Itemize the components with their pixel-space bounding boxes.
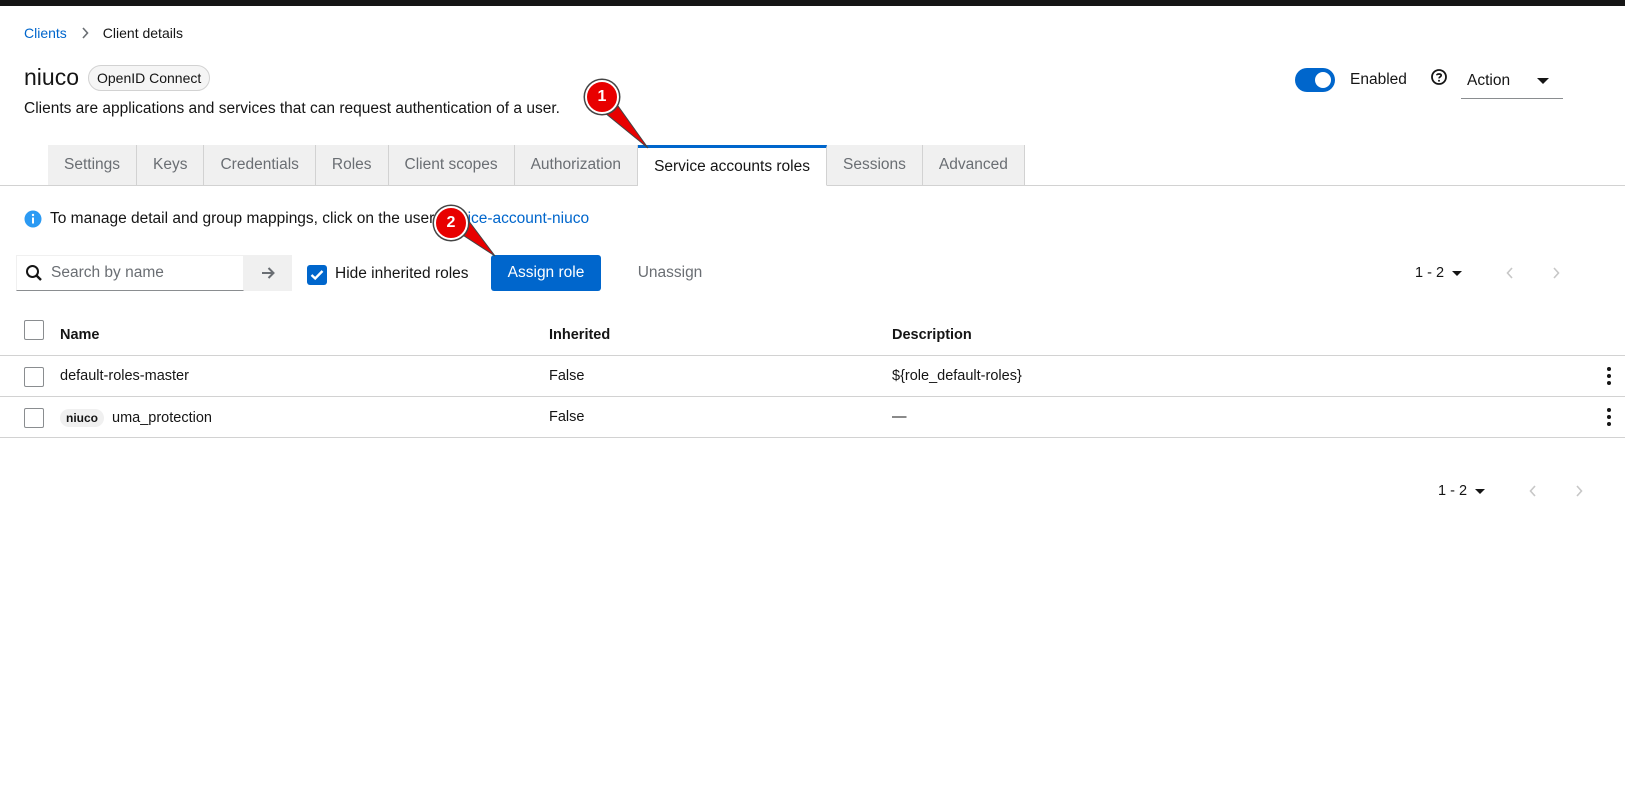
top-bar <box>0 0 1625 6</box>
enabled-toggle[interactable] <box>1295 68 1335 92</box>
tab-bar: Settings Keys Credentials Roles Client s… <box>48 145 1025 186</box>
hide-inherited-checkbox[interactable] <box>307 265 327 285</box>
action-dropdown-label: Action <box>1467 71 1511 89</box>
info-alert: To manage detail and group mappings, cli… <box>24 210 589 228</box>
action-dropdown[interactable]: Action <box>1461 63 1563 99</box>
breadcrumb-clients-link[interactable]: Clients <box>24 25 67 41</box>
unassign-button[interactable]: Unassign <box>625 255 715 291</box>
row-checkbox[interactable] <box>24 408 44 428</box>
role-name-cell: niuco uma_protection <box>60 409 212 427</box>
role-description: — <box>892 409 907 425</box>
pagination-range: 1 - 2 <box>1415 265 1445 281</box>
search-input[interactable] <box>51 264 231 282</box>
column-header-name[interactable]: Name <box>60 327 100 343</box>
column-header-description: Description <box>892 327 972 343</box>
protocol-badge: OpenID Connect <box>87 64 211 91</box>
hide-inherited-roles[interactable]: Hide inherited roles <box>307 263 469 285</box>
client-label: niuco <box>60 409 104 427</box>
checkmark-icon <box>310 270 324 281</box>
breadcrumb-current: Client details <box>102 25 183 41</box>
search-submit-button[interactable] <box>244 255 292 291</box>
tab-credentials[interactable]: Credentials <box>204 145 316 186</box>
question-circle-icon[interactable] <box>1430 68 1448 86</box>
tab-service-accounts-roles[interactable]: Service accounts roles <box>638 145 827 186</box>
pagination-range-toggle[interactable]: 1 - 2 <box>1415 265 1463 281</box>
table-row: niuco uma_protection False — <box>0 397 1625 438</box>
column-header-inherited: Inherited <box>549 327 611 343</box>
assign-role-button[interactable]: Assign role <box>491 255 601 291</box>
toggle-knob <box>1315 72 1331 88</box>
tab-advanced[interactable]: Advanced <box>922 145 1025 186</box>
info-circle-icon <box>24 210 42 228</box>
table-header: Name Inherited Description <box>0 311 1625 356</box>
tab-authorization[interactable]: Authorization <box>514 145 639 186</box>
annotation-marker-2: 2 <box>434 206 468 240</box>
info-text: To manage detail and group mappings, cli… <box>50 210 435 227</box>
annotation-marker-1: 1 <box>585 80 619 114</box>
chevron-left-icon[interactable] <box>1502 265 1518 281</box>
search-icon <box>25 264 43 282</box>
kebab-icon[interactable] <box>1607 408 1611 426</box>
kebab-icon[interactable] <box>1607 367 1611 385</box>
tab-settings[interactable]: Settings <box>48 145 138 186</box>
pagination-top: 1 - 2 <box>1415 255 1564 291</box>
role-inherited: False <box>549 409 585 425</box>
title-row: niuco OpenID Connect <box>24 64 211 91</box>
chevron-right-icon[interactable] <box>1548 265 1564 281</box>
tab-sessions[interactable]: Sessions <box>827 145 923 186</box>
role-description: ${role_default-roles} <box>892 368 1022 384</box>
search-box <box>16 255 244 291</box>
breadcrumb: Clients Client details <box>24 25 183 41</box>
page-description: Clients are applications and services th… <box>24 100 560 117</box>
pagination-range: 1 - 2 <box>1438 483 1468 499</box>
caret-down-icon <box>1537 78 1549 84</box>
hide-inherited-label: Hide inherited roles <box>335 265 469 282</box>
toolbar: Hide inherited roles Assign role Unassig… <box>16 255 1625 291</box>
pagination-bottom: 1 - 2 <box>1438 473 1587 509</box>
pagination-range-toggle[interactable]: 1 - 2 <box>1438 483 1486 499</box>
caret-down-icon <box>1475 488 1486 494</box>
row-checkbox[interactable] <box>24 367 44 387</box>
arrow-right-icon <box>262 267 275 279</box>
page-title: niuco <box>24 64 79 90</box>
roles-table: Name Inherited Description default-roles… <box>0 311 1625 438</box>
caret-down-icon <box>1452 270 1463 276</box>
chevron-right-icon[interactable] <box>1571 483 1587 499</box>
chevron-left-icon[interactable] <box>1525 483 1541 499</box>
role-name: default-roles-master <box>60 368 189 384</box>
tab-roles[interactable]: Roles <box>315 145 389 186</box>
role-name: uma_protection <box>112 410 212 426</box>
table-row: default-roles-master False ${role_defaul… <box>0 356 1625 397</box>
header-controls: Enabled Action <box>1295 63 1625 99</box>
tab-client-scopes[interactable]: Client scopes <box>388 145 515 186</box>
select-all-checkbox[interactable] <box>24 320 44 340</box>
chevron-right-icon <box>81 27 89 39</box>
role-inherited: False <box>549 368 585 384</box>
tab-keys[interactable]: Keys <box>137 145 205 186</box>
enabled-label: Enabled <box>1350 71 1407 88</box>
